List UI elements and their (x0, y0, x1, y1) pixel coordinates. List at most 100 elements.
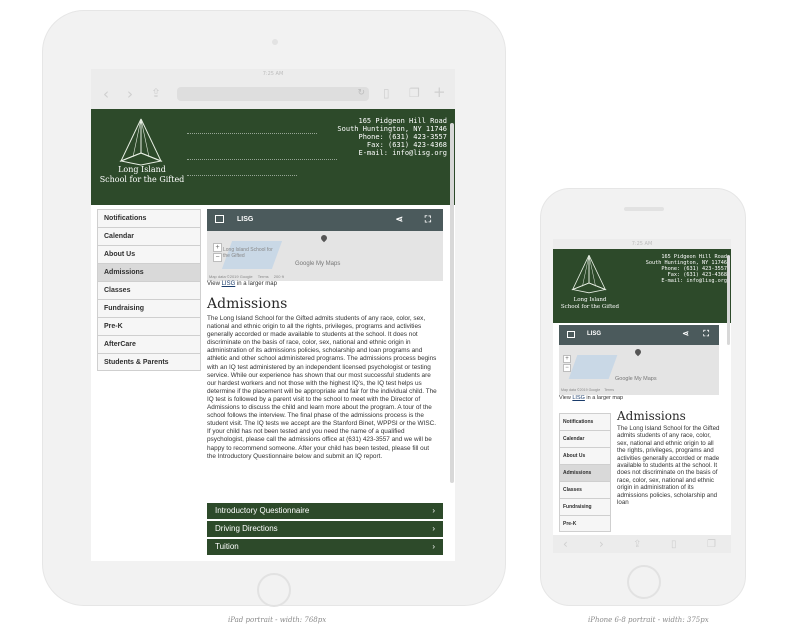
nav-item-notifications[interactable]: Notifications (559, 413, 611, 430)
admissions-paragraph: The Long Island School for the Gifted ad… (207, 315, 437, 460)
chevron-right-icon: › (432, 524, 435, 533)
address-bar[interactable]: ↻ (177, 87, 369, 101)
email-address[interactable]: E-mail: info@lisg.org (337, 149, 447, 157)
tabs-icon[interactable]: ❐ (409, 86, 420, 101)
nav-item-about-us[interactable]: About Us (559, 447, 611, 464)
share-map-icon[interactable]: ⋖ (682, 329, 689, 338)
embedded-map[interactable]: LISG ⋖ ⛶ + − Long Island School for the … (207, 209, 443, 281)
school-name-line2: School for the Gifted (99, 175, 185, 184)
map-label: LISG (587, 331, 602, 337)
contact-block: 165 Pidgeon Hill Road South Huntington, … (337, 117, 447, 157)
view-larger-map: View LISG in a larger map (559, 395, 623, 401)
map-canvas[interactable]: + − Google My Maps Map data ©2019 Google… (559, 345, 719, 395)
admissions-paragraph: The Long Island School for the Gifted ad… (617, 425, 720, 507)
map-panel-icon[interactable] (215, 215, 224, 223)
zoom-out-button[interactable]: − (213, 253, 222, 262)
larger-map-link[interactable]: LISG (572, 395, 585, 401)
nav-item-calendar[interactable]: Calendar (97, 227, 201, 245)
view-prefix: View (207, 281, 222, 287)
back-icon[interactable]: ‹ (103, 87, 109, 102)
share-icon[interactable]: ⇪ (151, 86, 161, 101)
fullscreen-icon[interactable]: ⛶ (703, 329, 709, 339)
zoom-out-button[interactable]: − (563, 364, 571, 372)
nav-item-about-us[interactable]: About Us (97, 245, 201, 263)
nav-item-fundraising[interactable]: Fundraising (97, 299, 201, 317)
bookmarks-icon[interactable]: ▯ (383, 86, 390, 101)
school-name[interactable]: Long Island School for the Gifted (97, 165, 187, 185)
fax-number: Fax: (631) 423-4368 (366, 141, 447, 150)
map-place-label: Long Island School for the Gifted (223, 247, 273, 259)
header-divider (187, 159, 337, 160)
attribution-text: Map data ©2019 Google (209, 274, 253, 279)
nav-item-fundraising[interactable]: Fundraising (559, 498, 611, 515)
view-suffix: in a larger map (235, 281, 277, 287)
reload-icon[interactable]: ↻ (357, 88, 365, 98)
google-my-maps-brand: Google My Maps (295, 261, 341, 267)
iphone-frame: 7:25 AM Long Island School for the Gifte… (540, 188, 746, 606)
forward-icon[interactable]: › (127, 87, 133, 102)
scale-label: 200 ft (273, 274, 284, 279)
side-navigation: Notifications Calendar About Us Admissio… (97, 209, 201, 371)
nav-item-classes[interactable]: Classes (97, 281, 201, 299)
iphone-browser-toolbar: ‹ › ⇪ ▯ ❐ (553, 535, 731, 553)
map-pin-icon[interactable] (633, 347, 643, 357)
accordion-driving-directions[interactable]: Driving Directions › (207, 519, 443, 537)
nav-item-aftercare[interactable]: AfterCare (97, 335, 201, 353)
iphone-home-button[interactable] (627, 565, 661, 599)
share-icon[interactable]: ⇪ (633, 537, 641, 552)
email-address[interactable]: E-mail: info@lisg.org (646, 278, 727, 285)
view-prefix: View (559, 395, 573, 401)
ipad-home-button[interactable] (257, 573, 291, 607)
fullscreen-icon[interactable]: ⛶ (425, 214, 431, 225)
school-name-line1: Long Island (573, 297, 607, 303)
zoom-in-button[interactable]: + (213, 243, 222, 252)
new-tab-icon[interactable]: + (433, 85, 446, 100)
map-label: LISG (237, 216, 254, 223)
chevron-right-icon: › (432, 506, 435, 515)
back-icon[interactable]: ‹ (563, 537, 568, 552)
nav-item-students-parents[interactable]: Students & Parents (97, 353, 201, 371)
pyramid-logo (119, 118, 163, 166)
share-map-icon[interactable]: ⋖ (395, 214, 403, 225)
nav-item-admissions[interactable]: Admissions (559, 464, 611, 481)
forward-icon[interactable]: › (599, 537, 604, 552)
site-header: Long Island School for the Gifted 165 Pi… (553, 249, 731, 323)
terms-link[interactable]: Terms (604, 388, 614, 392)
iphone-status-bar: 7:25 AM (553, 239, 731, 249)
page-scrollbar[interactable] (450, 123, 454, 483)
bookmarks-icon[interactable]: ▯ (671, 537, 677, 552)
terms-link[interactable]: Terms (258, 274, 269, 279)
map-attribution: Map data ©2019 Google Terms 200 ft (209, 274, 284, 279)
address-line2: South Huntington, NY 11746 (337, 125, 447, 134)
accordion-label: Introductory Questionnaire (215, 506, 310, 515)
nav-item-admissions[interactable]: Admissions (97, 263, 201, 281)
contact-block: 165 Pidgeon Hill Road South Huntington, … (646, 254, 727, 285)
nav-item-notifications[interactable]: Notifications (97, 209, 201, 227)
iphone-screen: Long Island School for the Gifted 165 Pi… (553, 249, 731, 535)
iphone-caption: iPhone 6-8 portrait - width: 375px (588, 616, 709, 624)
map-title-bar: LISG ⋖ ⛶ (559, 325, 719, 345)
ipad-camera (272, 39, 278, 45)
tabs-icon[interactable]: ❐ (707, 537, 716, 552)
phone-number[interactable]: Phone: (631) 423-3557 (337, 133, 447, 141)
nav-item-classes[interactable]: Classes (559, 481, 611, 498)
page-scrollbar[interactable] (727, 255, 730, 345)
ipad-status-time: 7:25 AM (262, 71, 284, 77)
school-name[interactable]: Long Island School for the Gifted (557, 297, 623, 311)
nav-item-pre-k[interactable]: Pre-K (97, 317, 201, 335)
header-divider (187, 133, 317, 134)
accordion-tuition[interactable]: Tuition › (207, 537, 443, 555)
map-pin-icon[interactable] (319, 233, 329, 243)
map-canvas[interactable]: + − Long Island School for the Gifted Go… (207, 231, 443, 281)
attribution-text: Map data ©2019 Google (561, 388, 601, 392)
nav-item-calendar[interactable]: Calendar (559, 430, 611, 447)
map-panel-icon[interactable] (567, 331, 575, 338)
zoom-in-button[interactable]: + (563, 355, 571, 363)
nav-item-pre-k[interactable]: Pre-K (559, 515, 611, 532)
accordion-label: Driving Directions (215, 524, 278, 533)
larger-map-link[interactable]: LISG (222, 281, 236, 287)
pyramid-logo (571, 255, 607, 294)
ipad-frame: 7:25 AM ‹ › ⇪ ↻ ▯ ❐ + Long Island School… (42, 10, 506, 607)
accordion-introductory-questionnaire[interactable]: Introductory Questionnaire › (207, 501, 443, 519)
embedded-map[interactable]: LISG ⋖ ⛶ + − Google My Maps Map data ©20… (559, 325, 719, 395)
